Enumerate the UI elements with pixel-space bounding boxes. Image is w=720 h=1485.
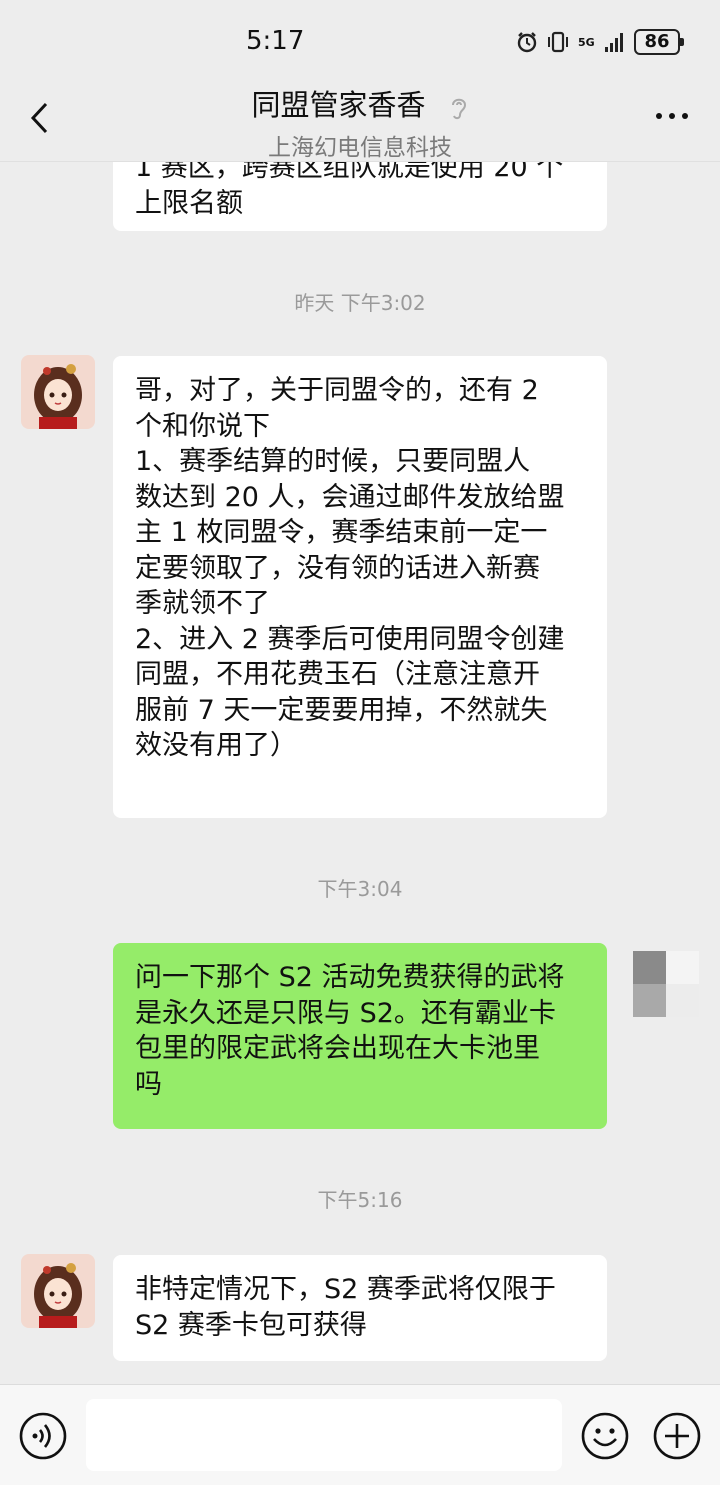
avatar-image (21, 355, 95, 429)
avatar[interactable] (21, 1254, 95, 1328)
input-bar (0, 1384, 720, 1485)
chat-header: 同盟管家香香 上海幻电信息科技 (0, 80, 720, 162)
timestamp: 下午5:16 (317, 1188, 403, 1212)
status-bar: 5:17 5G 86 (0, 0, 720, 80)
plus-icon[interactable] (652, 1411, 702, 1461)
voice-icon[interactable] (18, 1411, 68, 1461)
status-icons: 5G 86 (516, 28, 684, 56)
title-block: 同盟管家香香 上海幻电信息科技 (0, 82, 720, 162)
timestamp: 下午3:04 (317, 877, 403, 901)
alarm-icon (517, 32, 537, 53)
ear-icon (451, 98, 466, 119)
chat-subtitle: 上海幻电信息科技 (268, 135, 452, 161)
self-avatar[interactable] (633, 951, 699, 1017)
network-type: 5G (578, 35, 595, 49)
chat-title[interactable]: 同盟管家香香 (251, 82, 425, 124)
vibrate-icon (548, 31, 568, 53)
avatar[interactable] (21, 355, 95, 429)
timestamp: 昨天 下午3:02 (294, 291, 426, 315)
emoji-icon[interactable] (580, 1411, 630, 1461)
avatar-image (21, 1254, 95, 1328)
message-input[interactable] (86, 1399, 562, 1471)
message-sent[interactable]: 问一下那个 S2 活动免费获得的武将 是永久还是只限与 S2。还有霸业卡 包里的… (113, 943, 607, 1129)
message-received[interactable]: 1 赛区，跨赛区组队就是使用 20 个 上限名额 (113, 162, 607, 231)
signal-icon (605, 33, 623, 52)
chat-area[interactable]: 1 赛区，跨赛区组队就是使用 20 个 上限名额 昨天 下午3:02 哥，对了，… (0, 162, 720, 1384)
status-time: 5:17 (246, 26, 305, 56)
more-dots-icon[interactable] (654, 106, 690, 126)
message-received[interactable]: 非特定情况下，S2 赛季武将仅限于 S2 赛季卡包可获得 (113, 1255, 607, 1361)
avatar-image (633, 951, 699, 1017)
message-received[interactable]: 哥，对了，关于同盟令的，还有 2 个和你说下 1、赛季结算的时候，只要同盟人 数… (113, 356, 607, 818)
battery-indicator: 86 (634, 29, 684, 55)
